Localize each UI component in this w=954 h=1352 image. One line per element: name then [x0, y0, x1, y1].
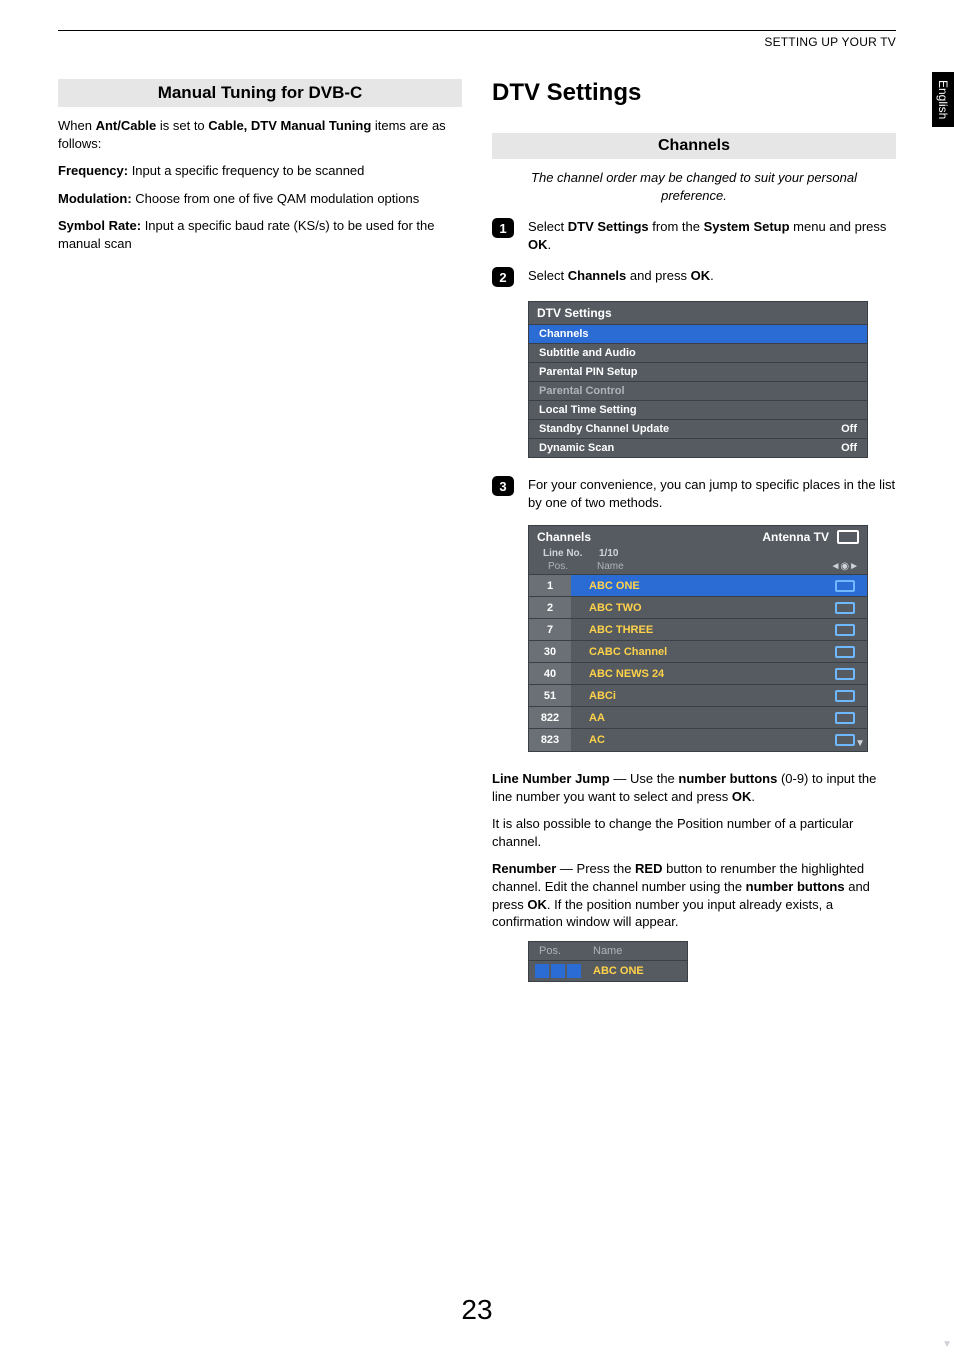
- left-column: Manual Tuning for DVB-C When Ant/Cable i…: [58, 79, 462, 982]
- osd-menu-row: Local Time Setting: [529, 401, 867, 420]
- header-rule: [58, 30, 896, 31]
- col-name: Name: [579, 561, 859, 572]
- tv-icon: [835, 668, 855, 680]
- right-column: DTV Settings Channels The channel order …: [492, 79, 896, 982]
- col-pos: Pos.: [537, 561, 579, 572]
- channel-row: 2ABC TWO: [529, 597, 867, 619]
- section-title-manual-tuning: Manual Tuning for DVB-C: [58, 79, 462, 107]
- step-1: 1 Select DTV Settings from the System Se…: [492, 218, 896, 253]
- frequency-item: Frequency: Input a specific frequency to…: [58, 162, 462, 180]
- line-no-label: Line No.: [543, 548, 599, 559]
- tv-icon: [835, 712, 855, 724]
- channel-row: 40ABC NEWS 24: [529, 663, 867, 685]
- tv-icon: [835, 580, 855, 592]
- osd3-col-name: Name: [593, 945, 622, 957]
- channel-row: 30CABC Channel: [529, 641, 867, 663]
- osd-menu-row: Channels: [529, 325, 867, 344]
- osd-menu-row: Subtitle and Audio: [529, 344, 867, 363]
- osd-renumber: Pos. Name ABC ONE: [528, 941, 688, 982]
- scroll-down-icon: ▼: [942, 1339, 952, 1350]
- osd-menu-row: Dynamic ScanOff: [529, 439, 867, 457]
- section-title-channels: Channels: [492, 133, 896, 159]
- osd-menu-row: Parental Control: [529, 382, 867, 401]
- osd3-channel-name: ABC ONE: [583, 965, 644, 977]
- osd-title: DTV Settings: [529, 302, 867, 325]
- osd-channels-list: Channels Antenna TV Line No. 1/10 Pos. N…: [528, 525, 868, 752]
- channel-row: 823AC: [529, 729, 867, 751]
- channel-row: 822AA: [529, 707, 867, 729]
- channel-row: 1ABC ONE: [529, 575, 867, 597]
- digit-box: [567, 964, 581, 978]
- modulation-item: Modulation: Choose from one of five QAM …: [58, 190, 462, 208]
- language-tab: English: [932, 72, 954, 127]
- step-badge-3: 3: [492, 476, 514, 496]
- osd-dtv-settings: DTV Settings ChannelsSubtitle and AudioP…: [528, 301, 868, 458]
- channels-intro: The channel order may be changed to suit…: [492, 169, 896, 204]
- intro-paragraph: When Ant/Cable is set to Cable, DTV Manu…: [58, 117, 462, 152]
- channel-row: 51ABCi: [529, 685, 867, 707]
- line-number-jump-paragraph: Line Number Jump — Use the number button…: [492, 770, 896, 805]
- osd-menu-row: Standby Channel UpdateOff: [529, 420, 867, 439]
- page-number: 23: [0, 1294, 954, 1326]
- digit-box: [535, 964, 549, 978]
- scroll-down-icon: ▼: [855, 738, 865, 749]
- heading-dtv-settings: DTV Settings: [492, 79, 896, 107]
- renumber-paragraph: Renumber — Press the RED button to renum…: [492, 860, 896, 930]
- step-3: 3 For your convenience, you can jump to …: [492, 476, 896, 511]
- step-2-text: Select Channels and press OK.: [528, 267, 896, 285]
- tv-icon: [837, 530, 859, 544]
- step-1-text: Select DTV Settings from the System Setu…: [528, 218, 896, 253]
- line-no-value: 1/10: [599, 548, 618, 559]
- step-3-text: For your convenience, you can jump to sp…: [528, 476, 896, 511]
- channel-row: 7ABC THREE: [529, 619, 867, 641]
- running-head: SETTING UP YOUR TV: [58, 35, 896, 49]
- tv-icon: [835, 734, 855, 746]
- osd3-col-pos: Pos.: [539, 945, 593, 957]
- tv-icon: [835, 602, 855, 614]
- tv-icon: [835, 646, 855, 658]
- nav-arrows-icon: ◄◉►: [830, 561, 859, 572]
- step-2: 2 Select Channels and press OK.: [492, 267, 896, 287]
- step-badge-2: 2: [492, 267, 514, 287]
- osd2-title-right: Antenna TV: [762, 530, 829, 544]
- osd2-title-left: Channels: [537, 530, 591, 544]
- position-change-paragraph: It is also possible to change the Positi…: [492, 815, 896, 850]
- tv-icon: [835, 624, 855, 636]
- digit-box: [551, 964, 565, 978]
- step-badge-1: 1: [492, 218, 514, 238]
- symbol-rate-item: Symbol Rate: Input a specific baud rate …: [58, 217, 462, 252]
- osd-menu-row: Parental PIN Setup: [529, 363, 867, 382]
- tv-icon: [835, 690, 855, 702]
